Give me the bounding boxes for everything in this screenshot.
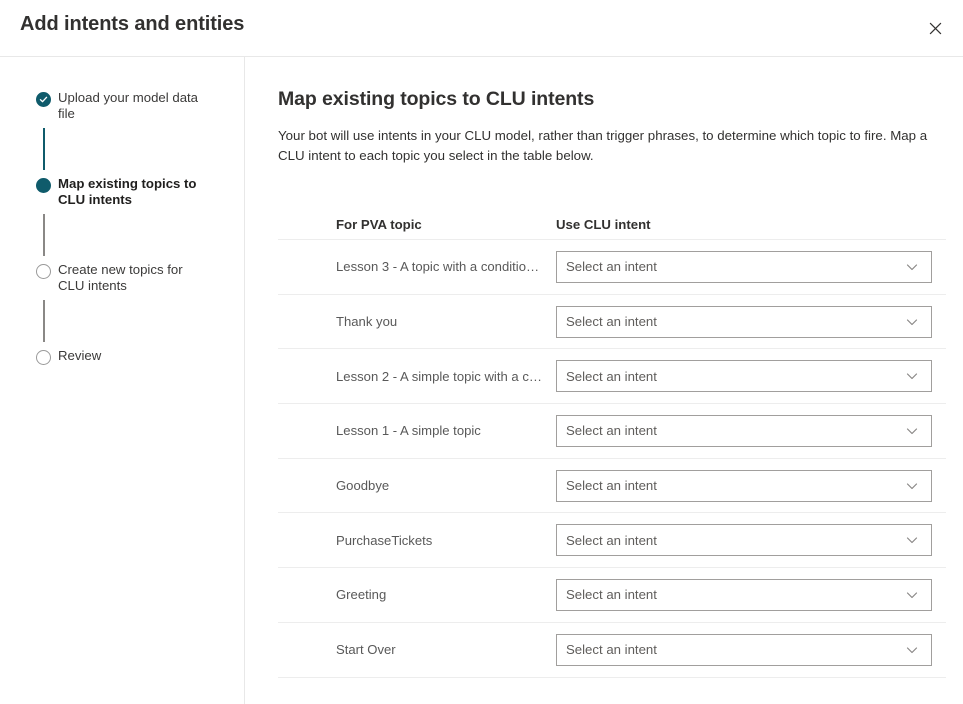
chevron-down-icon — [904, 368, 920, 384]
table-body: Lesson 3 - A topic with a condition, ...… — [278, 240, 946, 678]
table-row: Start OverSelect an intent — [278, 623, 946, 678]
intent-dropdown-value: Select an intent — [557, 642, 904, 657]
sidebar-step-label: Map existing topics to CLU intents — [58, 176, 208, 208]
intent-select-cell: Select an intent — [556, 524, 936, 556]
column-header-topic: For PVA topic — [336, 217, 556, 232]
step-list: Upload your model data file Map existing… — [0, 90, 244, 375]
step-marker-upcoming — [36, 350, 51, 365]
table-row: Lesson 2 - A simple topic with a con...S… — [278, 349, 946, 404]
close-button[interactable] — [917, 10, 953, 46]
sidebar-step-label: Create new topics for CLU intents — [58, 262, 208, 294]
intent-select-cell: Select an intent — [556, 579, 936, 611]
intent-select-cell: Select an intent — [556, 360, 936, 392]
topic-name-cell: Lesson 2 - A simple topic with a con... — [336, 369, 556, 384]
empty-circle-icon — [36, 264, 51, 279]
page-description: Your bot will use intents in your CLU mo… — [278, 126, 928, 166]
step-marker-completed — [36, 92, 51, 107]
dialog-title: Add intents and entities — [20, 11, 244, 37]
intent-dropdown-value: Select an intent — [557, 587, 904, 602]
table-row: GreetingSelect an intent — [278, 568, 946, 623]
intent-dropdown[interactable]: Select an intent — [556, 415, 932, 447]
chevron-down-icon — [904, 314, 920, 330]
filled-circle-icon — [36, 178, 51, 193]
step-marker-upcoming — [36, 264, 51, 279]
topic-name-cell: Start Over — [336, 642, 556, 657]
table-row: Lesson 3 - A topic with a condition, ...… — [278, 240, 946, 295]
intent-select-cell: Select an intent — [556, 306, 936, 338]
topic-name-cell: PurchaseTickets — [336, 533, 556, 548]
intent-dropdown[interactable]: Select an intent — [556, 360, 932, 392]
sidebar-step-create[interactable]: Create new topics for CLU intents — [0, 262, 244, 294]
intent-dropdown-value: Select an intent — [557, 369, 904, 384]
table-row: PurchaseTicketsSelect an intent — [278, 513, 946, 568]
step-marker-active — [36, 178, 51, 193]
chevron-down-icon — [904, 587, 920, 603]
intent-dropdown-value: Select an intent — [557, 533, 904, 548]
topic-name-cell: Lesson 3 - A topic with a condition, ... — [336, 259, 556, 274]
topic-name-cell: Lesson 1 - A simple topic — [336, 423, 556, 438]
intent-select-cell: Select an intent — [556, 470, 936, 502]
step-connector-2 — [43, 214, 45, 256]
sidebar-step-map[interactable]: Map existing topics to CLU intents — [0, 176, 244, 208]
chevron-down-icon — [904, 259, 920, 275]
table-header-row: For PVA topic Use CLU intent — [278, 209, 946, 239]
add-intents-dialog: Add intents and entities Upload your mod… — [0, 0, 963, 704]
topic-intent-table: For PVA topic Use CLU intent Lesson 3 - … — [278, 209, 946, 678]
intent-dropdown-value: Select an intent — [557, 423, 904, 438]
sidebar-step-label: Review — [58, 348, 101, 364]
dialog-header: Add intents and entities — [0, 0, 963, 57]
topic-name-cell: Thank you — [336, 314, 556, 329]
topic-name-cell: Greeting — [336, 587, 556, 602]
chevron-down-icon — [904, 642, 920, 658]
intent-dropdown-value: Select an intent — [557, 314, 904, 329]
step-connector-3 — [43, 300, 45, 342]
sidebar-step-review[interactable]: Review — [0, 348, 244, 375]
step-connector-1 — [43, 128, 45, 170]
sidebar-step-label: Upload your model data file — [58, 90, 208, 122]
intent-select-cell: Select an intent — [556, 415, 936, 447]
chevron-down-icon — [904, 423, 920, 439]
intent-dropdown[interactable]: Select an intent — [556, 251, 932, 283]
intent-select-cell: Select an intent — [556, 634, 936, 666]
close-icon — [929, 22, 942, 35]
chevron-down-icon — [904, 532, 920, 548]
table-row: Thank youSelect an intent — [278, 295, 946, 350]
sidebar-step-upload[interactable]: Upload your model data file — [0, 90, 244, 122]
intent-dropdown[interactable]: Select an intent — [556, 470, 932, 502]
page-title: Map existing topics to CLU intents — [278, 86, 963, 112]
main-panel: Map existing topics to CLU intents Your … — [246, 57, 963, 704]
intent-select-cell: Select an intent — [556, 251, 936, 283]
wizard-sidebar: Upload your model data file Map existing… — [0, 57, 245, 704]
topic-name-cell: Goodbye — [336, 478, 556, 493]
intent-dropdown[interactable]: Select an intent — [556, 634, 932, 666]
intent-dropdown[interactable]: Select an intent — [556, 306, 932, 338]
table-row: Lesson 1 - A simple topicSelect an inten… — [278, 404, 946, 459]
intent-dropdown[interactable]: Select an intent — [556, 579, 932, 611]
table-row: GoodbyeSelect an intent — [278, 459, 946, 514]
intent-dropdown[interactable]: Select an intent — [556, 524, 932, 556]
check-circle-icon — [36, 92, 51, 107]
intent-dropdown-value: Select an intent — [557, 478, 904, 493]
empty-circle-icon — [36, 350, 51, 365]
column-header-intent: Use CLU intent — [556, 217, 936, 232]
chevron-down-icon — [904, 478, 920, 494]
intent-dropdown-value: Select an intent — [557, 259, 904, 274]
